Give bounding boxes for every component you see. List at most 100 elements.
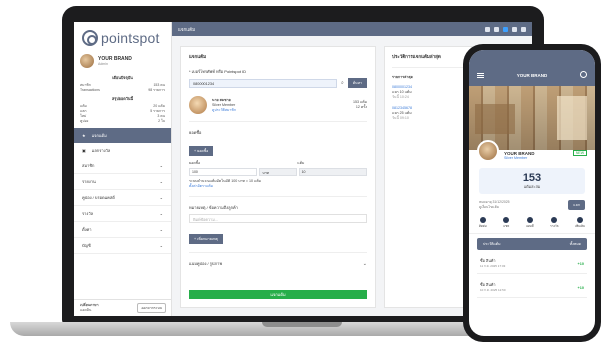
- action-label: รางวัล: [550, 224, 559, 228]
- page-title: แจกแต้ม: [178, 26, 196, 32]
- sidebar-item-label: รายงาน: [82, 179, 96, 184]
- topbar: แจกแต้ม: [172, 22, 532, 36]
- action-map[interactable]: แผนที่: [526, 217, 534, 229]
- grid-head: ยอดซื้อ: [189, 161, 201, 165]
- sidebar-footer: เปลี่ยนภาษา แอดมิน ออกจากระบบ: [74, 299, 172, 316]
- customer-visits: 12 ครั้ง: [355, 105, 367, 109]
- menu-icon[interactable]: [477, 73, 484, 78]
- sidebar-item-coupons[interactable]: คูปอง / บรอดแคสต์ ⌄: [74, 190, 171, 206]
- transaction-row[interactable]: ซื้อ สินค้า 11 ก.ค. 2025 17:03 +10: [477, 254, 587, 274]
- action-rewards[interactable]: รางวัล: [550, 217, 558, 229]
- more-icon: [577, 217, 584, 223]
- action-more[interactable]: เพิ่มเติม: [575, 217, 585, 229]
- laptop-notch: [262, 322, 342, 327]
- sidebar-item-members[interactable]: สมาชิก ⌄: [74, 158, 171, 174]
- phone-header: YOUR BRAND: [469, 50, 595, 86]
- stat-label: Transactions: [80, 88, 100, 92]
- sidebar-item-label: สมาชิก: [82, 163, 95, 168]
- chevron-down-icon: ⌄: [362, 260, 367, 267]
- map-pin-icon: [526, 217, 533, 223]
- chevron-down-icon: ⌄: [159, 227, 163, 232]
- user-icon[interactable]: [521, 26, 526, 32]
- brand-switcher[interactable]: YOUR BRAND Admin: [74, 50, 171, 72]
- points-label: แต้มสะสม: [523, 185, 541, 189]
- history-tabs: ประวัติแต้ม ทั้งหมด: [477, 238, 587, 250]
- tab-filter-all[interactable]: ทั้งหมด: [570, 241, 581, 247]
- grid-icon[interactable]: [512, 26, 517, 32]
- tab-points-history[interactable]: ประวัติแต้ม: [483, 241, 501, 247]
- sidebar-item-reports[interactable]: รายงาน ⌄: [74, 174, 171, 190]
- amount-grid-head: ยอดซื้อ แต้ม: [189, 161, 367, 166]
- action-chat[interactable]: แชท: [503, 217, 510, 229]
- gift-icon: [551, 217, 558, 223]
- add-amount-button[interactable]: + ยอดซื้อ: [189, 146, 214, 156]
- remark-input[interactable]: พิมพ์ข้อความ...: [189, 214, 367, 223]
- amount-label: ยอดซื้อ: [189, 130, 202, 135]
- brand-avatar: [477, 140, 499, 162]
- sidebar-item-label: แจกแต้ม: [91, 133, 107, 138]
- user-icon[interactable]: [579, 71, 587, 78]
- chat-icon: [503, 217, 510, 223]
- gift-icon: ▣: [82, 148, 86, 153]
- summary-heading: สรุปยอดวันนี้: [111, 97, 134, 101]
- points-output: 10: [298, 168, 368, 176]
- points-panel: 153 แต้มสะสม: [479, 168, 585, 194]
- chevron-down-icon: ⌄: [159, 163, 163, 168]
- grid-head: แต้ม: [297, 161, 305, 165]
- star-icon: ★: [82, 133, 86, 138]
- points-value: 153: [522, 172, 542, 184]
- status-badge: NEW: [572, 150, 587, 156]
- give-points-card: แจกแต้ม * เบอร์โทรศัพท์ หรือ Pointspot I…: [180, 46, 376, 308]
- search-button[interactable]: ค้นหา: [347, 78, 367, 88]
- summary-label: คูปอง: [80, 119, 89, 123]
- card-title: แจกแต้ม: [189, 54, 207, 59]
- chevron-down-icon: ⌄: [159, 211, 163, 216]
- submit-points-button[interactable]: แจกแต้ม: [189, 290, 367, 299]
- phone-screen: YOUR BRAND YOUR BRAND Silver Member NEW …: [469, 50, 595, 336]
- remark-label: หมายเหตุ / ข้อความถึงลูกค้า: [189, 205, 238, 210]
- coupon-toggle[interactable]: แนบคูปอง / รูปภาพ ⌄: [189, 260, 367, 267]
- customer-history-link[interactable]: ดูประวัติสมาชิก: [212, 108, 348, 113]
- bell-icon[interactable]: [494, 26, 499, 32]
- action-contact[interactable]: ติดต่อ: [479, 217, 487, 229]
- phone-icon: [479, 217, 486, 223]
- sidebar: pointspot YOUR BRAND Admin เดือนปัจจุบัน…: [74, 22, 172, 316]
- brand-role: Admin: [98, 62, 108, 66]
- logout-button[interactable]: ออกจากระบบ: [137, 303, 166, 313]
- redeem-button[interactable]: แลก: [568, 200, 585, 210]
- summary-row: คูปอง 2 ใบ: [74, 119, 171, 124]
- phone-input[interactable]: 0800001234: [189, 78, 337, 88]
- sidebar-item-rewards[interactable]: รางวัล ⌄: [74, 206, 171, 222]
- customer-avatar: [189, 96, 207, 114]
- logo-text: pointspot: [101, 30, 160, 46]
- search-icon[interactable]: [485, 26, 490, 32]
- search-icon[interactable]: ⌕: [341, 80, 344, 86]
- sidebar-item-give-points[interactable]: ★ แจกแต้ม: [74, 128, 171, 143]
- amount-input[interactable]: 100: [189, 168, 258, 176]
- chat-icon[interactable]: [503, 26, 508, 32]
- points-rate-link[interactable]: ตั้งค่าอัตราแต้ม: [189, 184, 367, 189]
- app-logo[interactable]: pointspot: [74, 22, 171, 50]
- action-label: ติดต่อ: [479, 224, 487, 228]
- phone-profile: YOUR BRAND Silver Member NEW: [469, 140, 595, 162]
- transaction-row[interactable]: ซื้อ สินค้า 10 ก.ค. 2025 12:50 +10: [477, 278, 587, 298]
- summary-value: 2 ใบ: [158, 119, 165, 123]
- transaction-date: 10 ก.ค. 2025 12:50: [480, 288, 506, 292]
- phone-label: * เบอร์โทรศัพท์ หรือ Pointspot ID: [189, 69, 247, 74]
- sidebar-item-settings[interactable]: ตั้งค่า ⌄: [74, 222, 171, 238]
- sidebar-item-redeem[interactable]: ▣ แลกรางวัล: [74, 143, 171, 158]
- terms-link[interactable]: ดูเงื่อนไขแต้ม: [479, 205, 510, 210]
- phone-title: YOUR BRAND: [516, 73, 548, 78]
- sidebar-item-label: คูปอง / บรอดแคสต์: [82, 195, 115, 200]
- points-info: หมดอายุ 31/12/2025 ดูเงื่อนไขแต้ม แลก: [469, 194, 595, 210]
- amount-grid: 100 บาท 10: [189, 168, 368, 176]
- quick-actions: ติดต่อ แชท แผนที่ รางวัล เพิ่มเติม: [469, 210, 595, 234]
- divider: [189, 252, 367, 253]
- sidebar-item-label: ตั้งค่า: [82, 227, 92, 232]
- stats-heading: เดือนปัจจุบัน: [112, 76, 133, 80]
- customer-summary: นาย สมชาย Silver Member ดูประวัติสมาชิก …: [189, 96, 367, 114]
- sidebar-item-label: แลกรางวัล: [91, 148, 111, 153]
- chevron-down-icon: ⌄: [159, 195, 163, 200]
- add-remark-button[interactable]: + เพิ่มหมายเหตุ: [189, 234, 223, 244]
- sidebar-item-account[interactable]: บัญชี ⌄: [74, 238, 171, 254]
